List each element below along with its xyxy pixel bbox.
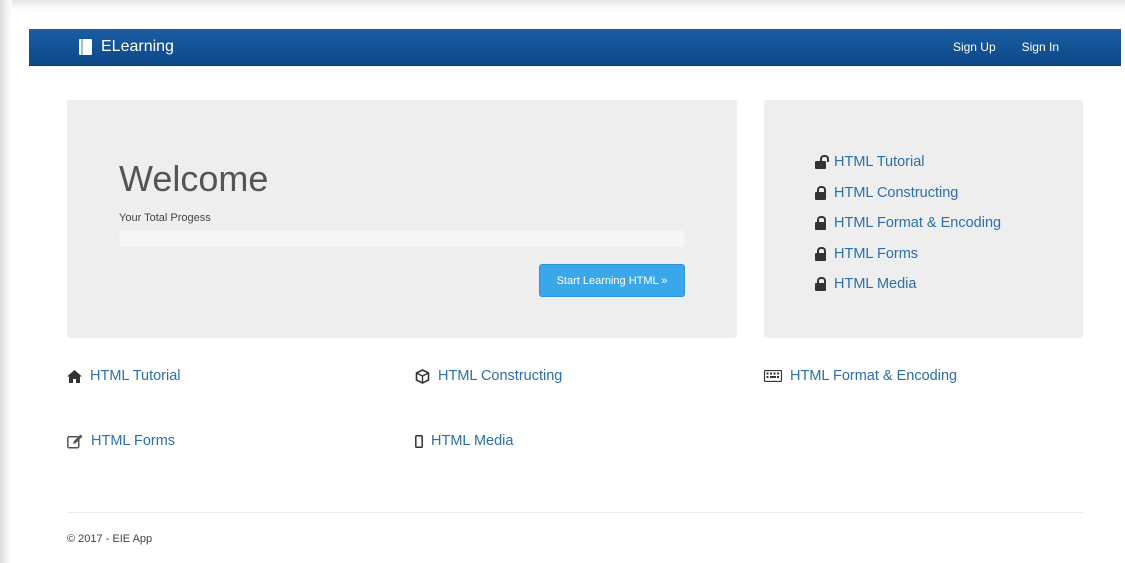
welcome-jumbotron: Welcome Your Total Progess Start Learnin… xyxy=(67,100,737,338)
lesson-status-list: HTML Tutorial HTML Constructing HTML For… xyxy=(815,147,1001,300)
lock-icon xyxy=(815,216,827,231)
edit-icon xyxy=(67,434,83,449)
unlock-icon xyxy=(815,155,829,170)
window-frame-left xyxy=(0,0,12,563)
lesson-status-html-format-encoding[interactable]: HTML Format & Encoding xyxy=(815,208,1001,239)
lesson-status-html-constructing[interactable]: HTML Constructing xyxy=(815,178,1001,209)
welcome-heading: Welcome xyxy=(119,158,269,199)
lesson-status-html-forms[interactable]: HTML Forms xyxy=(815,239,1001,270)
brand-label: ELearning xyxy=(101,38,174,55)
start-learning-button[interactable]: Start Learning HTML » xyxy=(539,264,685,297)
lesson-link-html-tutorial[interactable]: HTML Tutorial xyxy=(67,368,181,384)
keyboard-icon xyxy=(764,370,782,382)
lock-icon xyxy=(815,246,827,261)
sign-in-link[interactable]: Sign In xyxy=(1022,40,1059,54)
lesson-link-html-media[interactable]: HTML Media xyxy=(415,433,513,449)
lesson-link-label: HTML Media xyxy=(431,433,514,449)
book-icon xyxy=(79,39,92,55)
lesson-link-label: HTML Tutorial xyxy=(90,368,181,384)
footer-divider xyxy=(67,512,1083,513)
lesson-status-label: HTML Media xyxy=(834,276,917,293)
lesson-link-label: HTML Forms xyxy=(91,433,176,449)
lesson-status-html-tutorial[interactable]: HTML Tutorial xyxy=(815,147,1001,178)
lesson-link-html-constructing[interactable]: HTML Constructing xyxy=(415,368,562,384)
lesson-status-panel: HTML Tutorial HTML Constructing HTML For… xyxy=(764,100,1083,338)
lesson-status-label: HTML Constructing xyxy=(834,184,959,201)
lesson-link-label: HTML Constructing xyxy=(438,368,563,384)
lesson-link-html-forms[interactable]: HTML Forms xyxy=(67,433,175,449)
lesson-link-html-format-encoding[interactable]: HTML Format & Encoding xyxy=(764,368,957,384)
lock-icon xyxy=(815,277,827,292)
lesson-link-label: HTML Format & Encoding xyxy=(790,368,958,384)
total-progress-bar xyxy=(119,229,685,247)
lesson-status-html-media[interactable]: HTML Media xyxy=(815,269,1001,300)
mobile-icon xyxy=(415,434,423,448)
sign-up-link[interactable]: Sign Up xyxy=(953,40,996,54)
lock-icon xyxy=(815,185,827,200)
progress-label: Your Total Progess xyxy=(119,212,211,224)
footer-copyright: © 2017 - EIE App xyxy=(67,533,153,545)
home-icon xyxy=(67,369,82,383)
top-navbar: ELearning Sign Up Sign In xyxy=(29,29,1121,66)
lesson-status-label: HTML Format & Encoding xyxy=(834,215,1002,232)
brand-link[interactable]: ELearning xyxy=(79,35,174,59)
cube-icon xyxy=(415,368,430,384)
lesson-status-label: HTML Forms xyxy=(834,245,919,262)
nav-right: Sign Up Sign In xyxy=(953,29,1059,65)
lesson-status-label: HTML Tutorial xyxy=(834,154,925,171)
window-frame-top xyxy=(0,0,1125,10)
